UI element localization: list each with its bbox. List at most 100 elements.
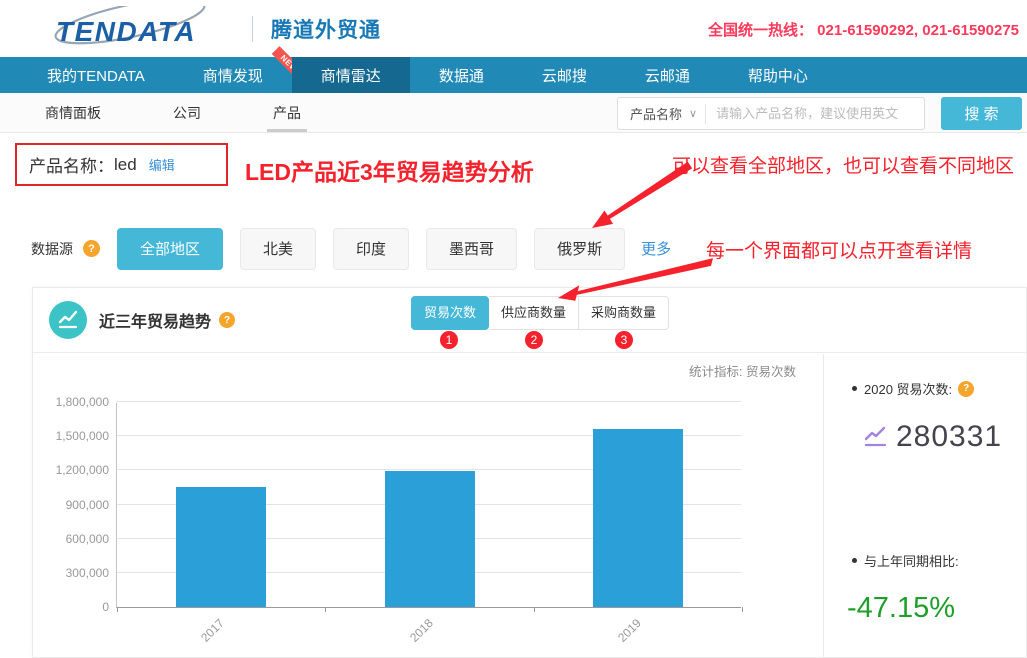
chart-card-header: 近三年贸易趋势 ? 贸易次数 供应商数量 采购商数量 1 2 3 — [33, 288, 1026, 353]
main-nav: 我的TENDATA 商情发现 NEW 商情雷达 数据通 云邮搜 云邮通 帮助中心 — [0, 57, 1027, 93]
active-tab-indicator — [267, 129, 307, 132]
y-axis-label: 1,200,000 — [35, 463, 109, 477]
brand-divider — [252, 16, 253, 42]
nav-item-label: 我的TENDATA — [47, 65, 145, 86]
subnav-item-label: 公司 — [173, 103, 201, 123]
statistics-indicator-label: 统计指标: 贸易次数 — [689, 361, 796, 380]
subnav-item-dashboard[interactable]: 商情面板 — [45, 93, 101, 132]
stat-2020-value-row: 280331 — [864, 420, 1002, 454]
annotation-headline: LED产品近3年贸易趋势分析 — [245, 153, 534, 187]
nav-item-label: 商情雷达 — [321, 65, 381, 86]
nav-item-label: 云邮搜 — [542, 65, 587, 86]
product-name-value: led — [114, 155, 137, 175]
nav-item-cloud-mail-search[interactable]: 云邮搜 — [513, 57, 616, 93]
annotation-detail-note: 每一个界面都可以点开查看详情 — [706, 236, 972, 263]
search-button[interactable]: 搜 索 — [941, 97, 1022, 130]
tab-trade-count[interactable]: 贸易次数 — [411, 296, 489, 330]
region-filter-row: 数据源 ? 全部地区 北美 印度 墨西哥 俄罗斯 更多 — [31, 227, 671, 270]
summary-side-panel: 2020 贸易次数: ? 280331 与上年同期相比: - — [823, 354, 1026, 658]
nav-item-business-radar[interactable]: 商情雷达 — [292, 57, 410, 93]
annotation-marker-3: 3 — [615, 331, 633, 349]
tab-buyer-count[interactable]: 采购商数量 — [579, 296, 669, 330]
nav-item-label: 帮助中心 — [748, 65, 808, 86]
chart-card-body: 统计指标: 贸易次数 0300,000600,000900,0001,200,0… — [33, 354, 1026, 658]
nav-item-business-discovery[interactable]: 商情发现 NEW — [174, 57, 292, 93]
y-axis-label: 1,800,000 — [35, 395, 109, 409]
help-icon[interactable]: ? — [83, 240, 100, 257]
more-regions-link[interactable]: 更多 — [641, 238, 671, 259]
content-area: 产品名称： led 编辑 LED产品近3年贸易趋势分析 可以查看全部地区，也可以… — [0, 133, 1027, 658]
purple-trend-icon — [864, 426, 888, 448]
logo-text: TENDATA — [56, 16, 196, 47]
region-button-india[interactable]: 印度 — [333, 228, 409, 270]
region-button-russia[interactable]: 俄罗斯 — [534, 228, 625, 270]
nav-item-label: 数据通 — [439, 65, 484, 86]
annotation-regions-note: 可以查看全部地区，也可以查看不同地区 — [672, 151, 1014, 178]
tendata-logo-icon: TENDATA — [28, 6, 246, 52]
help-icon[interactable]: ? — [958, 381, 974, 397]
subnav-item-label: 商情面板 — [45, 103, 101, 123]
metric-tabs: 贸易次数 供应商数量 采购商数量 — [411, 296, 669, 330]
subnav-item-label: 产品 — [273, 103, 301, 123]
search-input[interactable] — [706, 99, 924, 128]
product-name-box: 产品名称： led 编辑 — [15, 143, 228, 186]
y-axis-label: 900,000 — [35, 498, 109, 512]
stat-2020-label-text: 2020 贸易次数: — [864, 379, 952, 398]
y-axis-label: 600,000 — [35, 532, 109, 546]
data-source-label: 数据源 — [31, 239, 73, 259]
bar-2018[interactable] — [385, 471, 475, 607]
x-axis-label: 2017 — [175, 616, 227, 658]
y-axis-label: 0 — [35, 600, 109, 614]
x-axis-label: 2019 — [591, 616, 643, 658]
y-axis-label: 1,500,000 — [35, 429, 109, 443]
nav-item-label: 云邮通 — [645, 65, 690, 86]
compare-label-text: 与上年同期相比: — [864, 551, 959, 570]
stat-2020-value: 280331 — [896, 420, 1002, 454]
nav-item-my-tendata[interactable]: 我的TENDATA — [18, 57, 174, 93]
search-category-label: 产品名称 — [630, 104, 682, 123]
search-group: 产品名称 ∨ 搜 索 — [617, 97, 1022, 130]
chart-area: 统计指标: 贸易次数 0300,000600,000900,0001,200,0… — [33, 354, 823, 658]
hotline-text: 全国统一热线： 021-61590292, 021-61590275 — [708, 19, 1019, 40]
gridline — [117, 401, 741, 402]
y-axis-label: 300,000 — [35, 566, 109, 580]
nav-item-help-center[interactable]: 帮助中心 — [719, 57, 837, 93]
app-window: TENDATA 腾道外贸通 全国统一热线： 021-61590292, 021-… — [0, 0, 1027, 658]
search-category-select[interactable]: 产品名称 ∨ — [618, 104, 705, 123]
bullet-dot — [852, 386, 857, 391]
product-name-label: 产品名称： — [29, 152, 114, 177]
x-axis-tick — [742, 607, 743, 612]
x-axis-label: 2018 — [383, 616, 435, 658]
region-button-all[interactable]: 全部地区 — [117, 228, 223, 270]
bar-2017[interactable] — [176, 487, 266, 607]
chevron-down-icon: ∨ — [689, 107, 697, 120]
help-icon[interactable]: ? — [219, 312, 235, 328]
search-box: 产品名称 ∨ — [617, 97, 925, 130]
stat-2020-label: 2020 贸易次数: ? — [852, 379, 974, 398]
nav-item-cloud-mail[interactable]: 云邮通 — [616, 57, 719, 93]
subnav-item-company[interactable]: 公司 — [173, 93, 201, 132]
subnav-item-product[interactable]: 产品 — [273, 93, 301, 132]
annotation-marker-1: 1 — [440, 331, 458, 349]
nav-item-label: 商情发现 — [203, 65, 263, 86]
sub-nav: 商情面板 公司 产品 产品名称 ∨ 搜 索 — [0, 93, 1027, 133]
trend-chart-card: 近三年贸易趋势 ? 贸易次数 供应商数量 采购商数量 1 2 3 统计指标: 贸… — [32, 287, 1027, 658]
region-button-mexico[interactable]: 墨西哥 — [426, 228, 517, 270]
line-chart-icon — [49, 301, 87, 339]
region-button-north-america[interactable]: 北美 — [240, 228, 316, 270]
brand-name: 腾道外贸通 — [271, 14, 381, 44]
bullet-dot — [852, 558, 857, 563]
annotation-marker-2: 2 — [525, 331, 543, 349]
tab-supplier-count[interactable]: 供应商数量 — [489, 296, 579, 330]
chart-plot: 0300,000600,000900,0001,200,0001,500,000… — [116, 403, 741, 608]
nav-item-data-channel[interactable]: 数据通 — [410, 57, 513, 93]
bar-2019[interactable] — [593, 429, 683, 607]
x-axis-tick — [117, 607, 118, 612]
x-axis-tick — [534, 607, 535, 612]
compare-value: -47.15% — [847, 592, 955, 625]
compare-label: 与上年同期相比: — [852, 551, 959, 570]
edit-link[interactable]: 编辑 — [149, 155, 175, 174]
x-axis-tick — [325, 607, 326, 612]
top-header: TENDATA 腾道外贸通 全国统一热线： 021-61590292, 021-… — [0, 0, 1027, 57]
chart-card-title: 近三年贸易趋势 — [99, 308, 211, 332]
